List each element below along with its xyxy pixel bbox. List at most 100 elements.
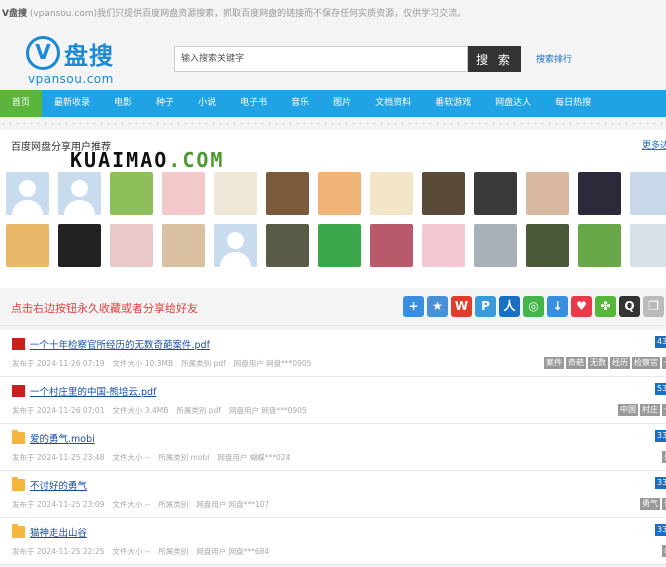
tag-link[interactable]: 勇气 xyxy=(640,498,660,510)
tag-link[interactable]: 山 xyxy=(662,545,666,557)
user-avatar[interactable] xyxy=(6,172,49,215)
sina-weibo-icon[interactable]: W xyxy=(451,296,472,317)
item-tags: 勇 xyxy=(662,451,666,463)
search-button[interactable]: 搜 索 xyxy=(468,46,521,72)
user-avatar[interactable] xyxy=(318,224,361,267)
item-meta: 发布于 2024-11-25 22:25 文件大小 -- 所属类别 网盘用户 网盘**… xyxy=(12,546,277,557)
user-avatar[interactable] xyxy=(630,224,666,267)
more-users-link[interactable]: 更多达 xyxy=(642,138,666,151)
nav-item[interactable]: 网盘达人 xyxy=(483,90,543,117)
item-category: 所属类别 pdf xyxy=(181,359,226,368)
item-title-link[interactable]: 爱的勇气.mobi xyxy=(30,431,95,445)
tag-link[interactable]: 讨 xyxy=(662,498,666,510)
tag-link[interactable]: 勇 xyxy=(662,451,666,463)
nav-item[interactable]: 电子书 xyxy=(228,90,279,117)
avatar-row xyxy=(6,224,666,267)
user-avatar[interactable] xyxy=(214,172,257,215)
nav-item[interactable]: 每日热搜 xyxy=(543,90,603,117)
nav-item[interactable]: 电影 xyxy=(102,90,144,117)
nav-item[interactable]: 种子 xyxy=(144,90,186,117)
item-tags: 勇气讨 xyxy=(640,498,666,510)
site-logo[interactable]: V 盘搜 vpansou.com xyxy=(26,36,146,86)
user-avatar[interactable] xyxy=(58,172,101,215)
nav-item[interactable]: 文档资料 xyxy=(363,90,423,117)
favorite-star-icon[interactable]: ★ xyxy=(427,296,448,317)
item-title-link[interactable]: 猫神走出山谷 xyxy=(30,525,87,539)
nav-item[interactable]: 音乐 xyxy=(279,90,321,117)
heart-icon[interactable]: ♥ xyxy=(571,296,592,317)
item-date: 发布于 2024-11-25 22:25 xyxy=(12,547,105,556)
user-avatar[interactable] xyxy=(422,172,465,215)
pdf-file-icon xyxy=(12,338,25,350)
item-size: 文件大小 3.4MB xyxy=(112,406,169,415)
nav-item[interactable]: 图片 xyxy=(321,90,363,117)
user-avatar[interactable] xyxy=(110,224,153,267)
user-avatar[interactable] xyxy=(422,224,465,267)
nav-item[interactable]: 最新收录 xyxy=(42,90,102,117)
folder-icon xyxy=(12,524,25,538)
baidu-icon[interactable]: ↓ xyxy=(547,296,568,317)
user-avatar[interactable] xyxy=(578,224,621,267)
resource-list: 一个十年检察官所经历的无数奇葩案件.pdf 发布于 2024-11-26 07:1… xyxy=(0,330,666,565)
tag-link[interactable]: 案件 xyxy=(544,357,564,369)
user-avatar[interactable] xyxy=(526,172,569,215)
item-meta: 发布于 2024-11-26 07:19 文件大小 10.3MB 所属类别 pdf 网… xyxy=(12,358,319,369)
share-bar: 点击右边按钮永久收藏或者分享给好友 + ★ W P 人 ◎ ↓ ♥ ✤ Q ❐ xyxy=(0,288,666,326)
user-avatar[interactable] xyxy=(630,172,666,215)
user-avatar[interactable] xyxy=(110,172,153,215)
user-avatar[interactable] xyxy=(474,224,517,267)
item-title-link[interactable]: 一个村庄里的中国-熊培云.pdf xyxy=(30,384,156,398)
item-count-badge: 53 xyxy=(655,383,666,395)
tag-link[interactable]: 奇葩 xyxy=(566,357,586,369)
top-notice-bar: V盘搜 (vpansou.com)我们只提供百度网盘资源搜索，抓取百度网盘的链接… xyxy=(0,0,666,28)
item-count-badge: 33 xyxy=(655,524,666,536)
tag-link[interactable]: 经历 xyxy=(610,357,630,369)
user-avatar[interactable] xyxy=(266,224,309,267)
user-avatar[interactable] xyxy=(526,224,569,267)
user-avatar[interactable] xyxy=(162,172,205,215)
user-avatar[interactable] xyxy=(58,224,101,267)
item-meta: 发布于 2024-11-25 23:48 文件大小 -- 所属类别 mobi 网盘用户… xyxy=(12,452,298,463)
copy-icon[interactable]: ❐ xyxy=(643,296,664,317)
wechat-icon[interactable]: ◎ xyxy=(523,296,544,317)
share-icons: + ★ W P 人 ◎ ↓ ♥ ✤ Q ❐ xyxy=(403,296,664,317)
item-title-link[interactable]: 不讨好的勇气 xyxy=(30,478,87,492)
plus-share-icon[interactable]: + xyxy=(403,296,424,317)
recommended-users-panel: 百度网盘分享用户推荐 更多达 KUAIMAO.COM xyxy=(0,130,666,288)
item-count-badge: 33 xyxy=(655,477,666,489)
tag-link[interactable]: 检察官 xyxy=(632,357,660,369)
tencent-weibo-icon[interactable]: P xyxy=(475,296,496,317)
user-avatar[interactable] xyxy=(162,224,205,267)
item-meta: 发布于 2024-11-26 07:01 文件大小 3.4MB 所属类别 pdf 网盘… xyxy=(12,405,315,416)
logo-name-cn: 盘搜 xyxy=(64,42,114,70)
user-avatar[interactable] xyxy=(266,172,309,215)
nav-item[interactable]: 首页 xyxy=(0,90,43,117)
item-date: 发布于 2024-11-26 07:01 xyxy=(12,406,105,415)
tag-link[interactable]: 中国 xyxy=(618,404,638,416)
pdf-file-icon xyxy=(12,385,25,397)
user-avatar[interactable] xyxy=(318,172,361,215)
search-rank-link[interactable]: 搜索排行 xyxy=(536,52,572,65)
user-avatar[interactable] xyxy=(474,172,517,215)
user-avatar[interactable] xyxy=(6,224,49,267)
renren-icon[interactable]: 人 xyxy=(499,296,520,317)
search-input[interactable] xyxy=(174,46,468,72)
tag-link[interactable]: 村庄 xyxy=(640,404,660,416)
tag-link[interactable]: 无数 xyxy=(588,357,608,369)
item-tags: 山 xyxy=(662,545,666,557)
qq-icon[interactable]: Q xyxy=(619,296,640,317)
user-avatar[interactable] xyxy=(370,172,413,215)
nav-item[interactable]: 番软游戏 xyxy=(423,90,483,117)
tag-link[interactable]: 一 xyxy=(662,357,666,369)
kaixin-icon[interactable]: ✤ xyxy=(595,296,616,317)
item-date: 发布于 2024-11-25 23:09 xyxy=(12,500,105,509)
user-avatar[interactable] xyxy=(214,224,257,267)
nav-item[interactable]: 小说 xyxy=(186,90,228,117)
item-title-link[interactable]: 一个十年检察官所经历的无数奇葩案件.pdf xyxy=(30,337,210,351)
tag-link[interactable]: 一 xyxy=(662,404,666,416)
item-user: 网盘用户 网盘***0905 xyxy=(228,406,307,415)
user-avatar[interactable] xyxy=(578,172,621,215)
item-size: 文件大小 10.3MB xyxy=(112,359,174,368)
item-category: 所属类别 pdf xyxy=(176,406,221,415)
user-avatar[interactable] xyxy=(370,224,413,267)
